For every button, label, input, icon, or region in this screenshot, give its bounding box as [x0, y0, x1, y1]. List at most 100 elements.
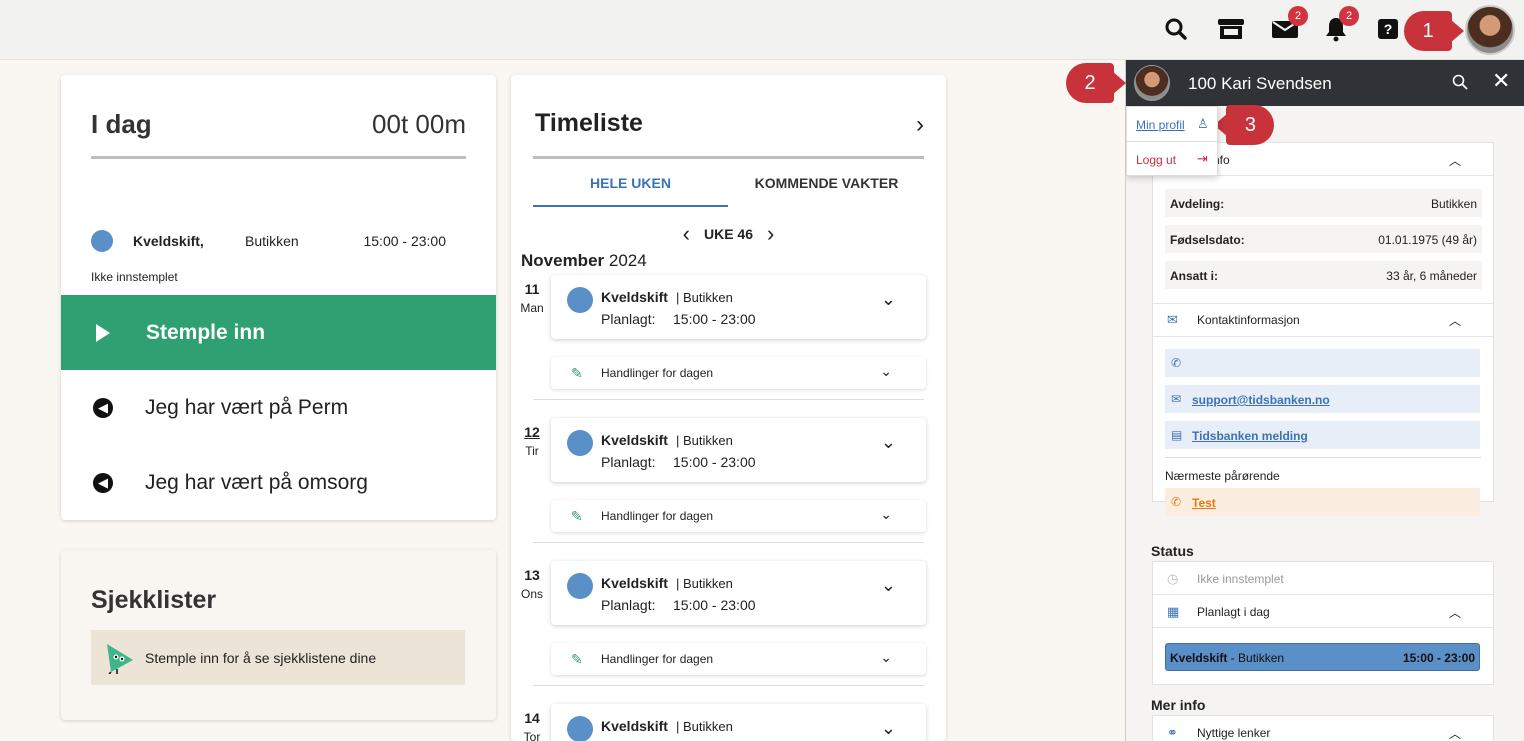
callout-marker-3: 3	[1226, 105, 1274, 145]
next-of-kin-link[interactable]: Test	[1192, 496, 1216, 510]
status-section: ◷ Ikke innstemplet ▦ Planlagt i dag ︿ Kv…	[1152, 561, 1494, 685]
clock-icon: ◷	[1167, 571, 1179, 586]
year: 2024	[608, 251, 647, 270]
shift-place: | Butikken	[676, 719, 733, 734]
divider	[1165, 457, 1481, 458]
shift-place: | Butikken	[676, 290, 733, 305]
chevron-right-icon[interactable]: ›	[767, 221, 774, 247]
status-row: ◷ Ikke innstemplet	[1153, 562, 1493, 595]
day-actions[interactable]: ✎ Handlinger for dagen ⌄	[551, 357, 926, 389]
link-icon: ⚭	[1167, 725, 1178, 740]
chevron-down-icon[interactable]: ⌄	[881, 289, 896, 310]
planned-time: 15:00 - 23:00	[673, 597, 756, 613]
timesheet-title: Timeliste	[535, 109, 643, 137]
shift-place: | Butikken	[676, 576, 733, 591]
shift-name: Kveldskift	[601, 718, 668, 734]
logout-link[interactable]: Logg ut	[1136, 153, 1176, 167]
info-value: 33 år, 6 måneder	[1386, 269, 1477, 283]
email-link[interactable]: support@tidsbanken.no	[1192, 393, 1330, 407]
chevron-down-icon: ⌄	[880, 649, 892, 665]
chevron-up-icon[interactable]: ︿	[1449, 312, 1461, 329]
shift-name: Kveldskift	[601, 575, 668, 591]
mail-icon: ✉	[1167, 312, 1178, 327]
shift-dot	[567, 573, 593, 599]
contact-info-header[interactable]: ✉ Kontaktinformasjon ︿	[1153, 303, 1493, 336]
email-row[interactable]: ✉ support@tidsbanken.no	[1165, 385, 1480, 413]
chevron-down-icon: ⌄	[880, 363, 892, 379]
planned-shift-place: - Butikken	[1227, 651, 1285, 665]
help-icon[interactable]: ?	[1373, 14, 1403, 44]
edit-list-icon: ✎	[571, 365, 583, 381]
chevron-right-icon[interactable]: ›	[916, 111, 924, 139]
omsorg-button[interactable]: ◀ Jeg har vært på omsorg	[61, 445, 496, 520]
planned-time: 15:00 - 23:00	[673, 454, 756, 470]
month-label: November 2024	[521, 251, 647, 271]
perm-button[interactable]: ◀ Jeg har vært på Perm	[61, 370, 496, 445]
planned-label: Planlagt:	[601, 597, 656, 613]
user-avatar[interactable]	[1465, 5, 1515, 55]
mail-icon[interactable]: 2	[1270, 6, 1308, 44]
shift-card[interactable]: Kveldskift | Butikken Planlagt: 15:00 - …	[551, 561, 926, 625]
divider	[533, 685, 924, 686]
search-icon[interactable]	[1161, 14, 1191, 44]
next-of-kin-row[interactable]: ✆ Test	[1165, 488, 1480, 516]
message-row[interactable]: ▤ Tidsbanken melding	[1165, 421, 1480, 449]
chevron-left-icon[interactable]: ‹	[683, 221, 690, 247]
contact-info-title: Kontaktinformasjon	[1197, 313, 1300, 327]
svg-text:?: ?	[1384, 21, 1393, 37]
store-icon[interactable]	[1216, 14, 1246, 44]
my-profile-link[interactable]: Min profil	[1136, 118, 1185, 132]
user-panel-avatar[interactable]	[1134, 65, 1170, 101]
day-actions-label: Handlinger for dagen	[601, 509, 714, 523]
more-info-title: Mer info	[1151, 697, 1206, 713]
shift-card[interactable]: Kveldskift | Butikken ⌄	[551, 704, 926, 741]
day-actions[interactable]: ✎ Handlinger for dagen ⌄	[551, 643, 926, 675]
user-icon: ♙	[1197, 116, 1209, 131]
divider	[1153, 336, 1493, 337]
tab-upcoming-shifts[interactable]: KOMMENDE VAKTER	[729, 175, 924, 207]
planned-shift-text: Kveldskift - Butikken	[1170, 651, 1284, 665]
info-key: Fødselsdato:	[1170, 233, 1245, 247]
info-row: Fødselsdato: 01.01.1975 (49 år)	[1165, 225, 1482, 253]
shift-name: Kveldskift	[601, 289, 668, 305]
info-key: Avdeling:	[1170, 197, 1225, 211]
useful-links-header[interactable]: ⚭ Nyttige lenker ︿	[1153, 716, 1493, 741]
planned-time: 15:00 - 23:00	[673, 311, 756, 327]
close-icon[interactable]: ✕	[1492, 68, 1510, 94]
message-link[interactable]: Tidsbanken melding	[1192, 429, 1308, 443]
planned-shift-bar[interactable]: Kveldskift - Butikken 15:00 - 23:00	[1165, 643, 1480, 671]
day-actions-label: Handlinger for dagen	[601, 366, 714, 380]
chevron-down-icon[interactable]: ⌄	[881, 718, 896, 739]
chevron-down-icon[interactable]: ⌄	[881, 575, 896, 596]
chevron-down-icon[interactable]: ⌄	[881, 432, 896, 453]
user-name: 100 Kari Svendsen	[1188, 74, 1332, 93]
day-name: Tir	[525, 444, 539, 458]
chevron-up-icon[interactable]: ︿	[1449, 725, 1461, 741]
divider	[533, 156, 924, 159]
shift-card[interactable]: Kveldskift | Butikken Planlagt: 15:00 - …	[551, 418, 926, 482]
mail-badge: 2	[1288, 6, 1308, 26]
calendar-clock-icon: ▦	[1167, 604, 1180, 619]
day-actions[interactable]: ✎ Handlinger for dagen ⌄	[551, 500, 926, 532]
chevron-up-icon[interactable]: ︿	[1449, 604, 1461, 621]
week-label: UKE 46	[703, 226, 754, 242]
planned-today-header[interactable]: ▦ Planlagt i dag ︿	[1153, 595, 1493, 628]
bell-icon[interactable]: 2	[1321, 6, 1359, 44]
info-value: Butikken	[1430, 197, 1477, 211]
day-number: 11	[524, 281, 540, 297]
search-icon[interactable]	[1452, 74, 1468, 95]
top-bar: 2 2 ? 1	[0, 0, 1524, 60]
day-name: Ons	[520, 587, 543, 601]
day-number: 14	[524, 710, 540, 726]
clock-status: Ikke innstemplet	[91, 270, 178, 284]
divider	[1127, 141, 1217, 142]
shift-card[interactable]: Kveldskift | Butikken Planlagt: 15:00 - …	[551, 275, 926, 339]
tab-whole-week[interactable]: HELE UKEN	[533, 175, 728, 207]
today-worked-time: 00t 00m	[372, 109, 466, 139]
checklists-card: Sjekklister Stemple inn for å se sjekkli…	[61, 550, 496, 720]
logout-icon: ⇥	[1197, 151, 1208, 166]
chevron-up-icon[interactable]: ︿	[1449, 152, 1461, 169]
week-navigator: ‹ UKE 46 ›	[511, 221, 946, 247]
phone-row[interactable]: ✆	[1165, 349, 1480, 377]
stamp-in-button[interactable]: Stemple inn	[61, 295, 496, 370]
